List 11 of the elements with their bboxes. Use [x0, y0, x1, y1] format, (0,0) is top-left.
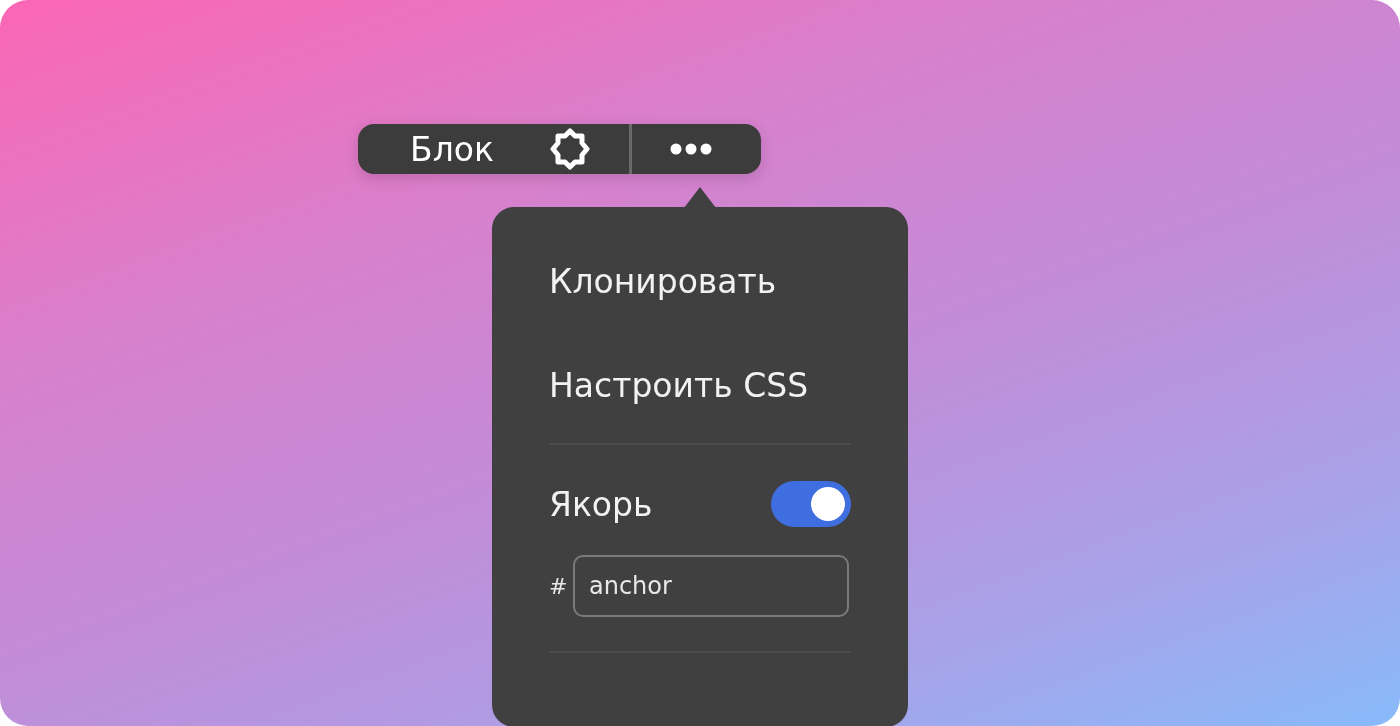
anchor-label: Якорь: [549, 484, 653, 524]
more-button[interactable]: [669, 143, 712, 155]
anchor-field[interactable]: anchor: [573, 555, 849, 617]
settings-button[interactable]: [548, 128, 591, 170]
menu-item[interactable]: Настроить CSS: [549, 351, 809, 421]
menu-item[interactable]: Клонировать: [549, 247, 777, 317]
block-title: Блок: [410, 129, 494, 169]
more-icon: [669, 143, 712, 155]
anchor-toggle[interactable]: [771, 481, 851, 527]
settings-icon: [548, 128, 591, 170]
hash-prefix: #: [549, 573, 569, 599]
